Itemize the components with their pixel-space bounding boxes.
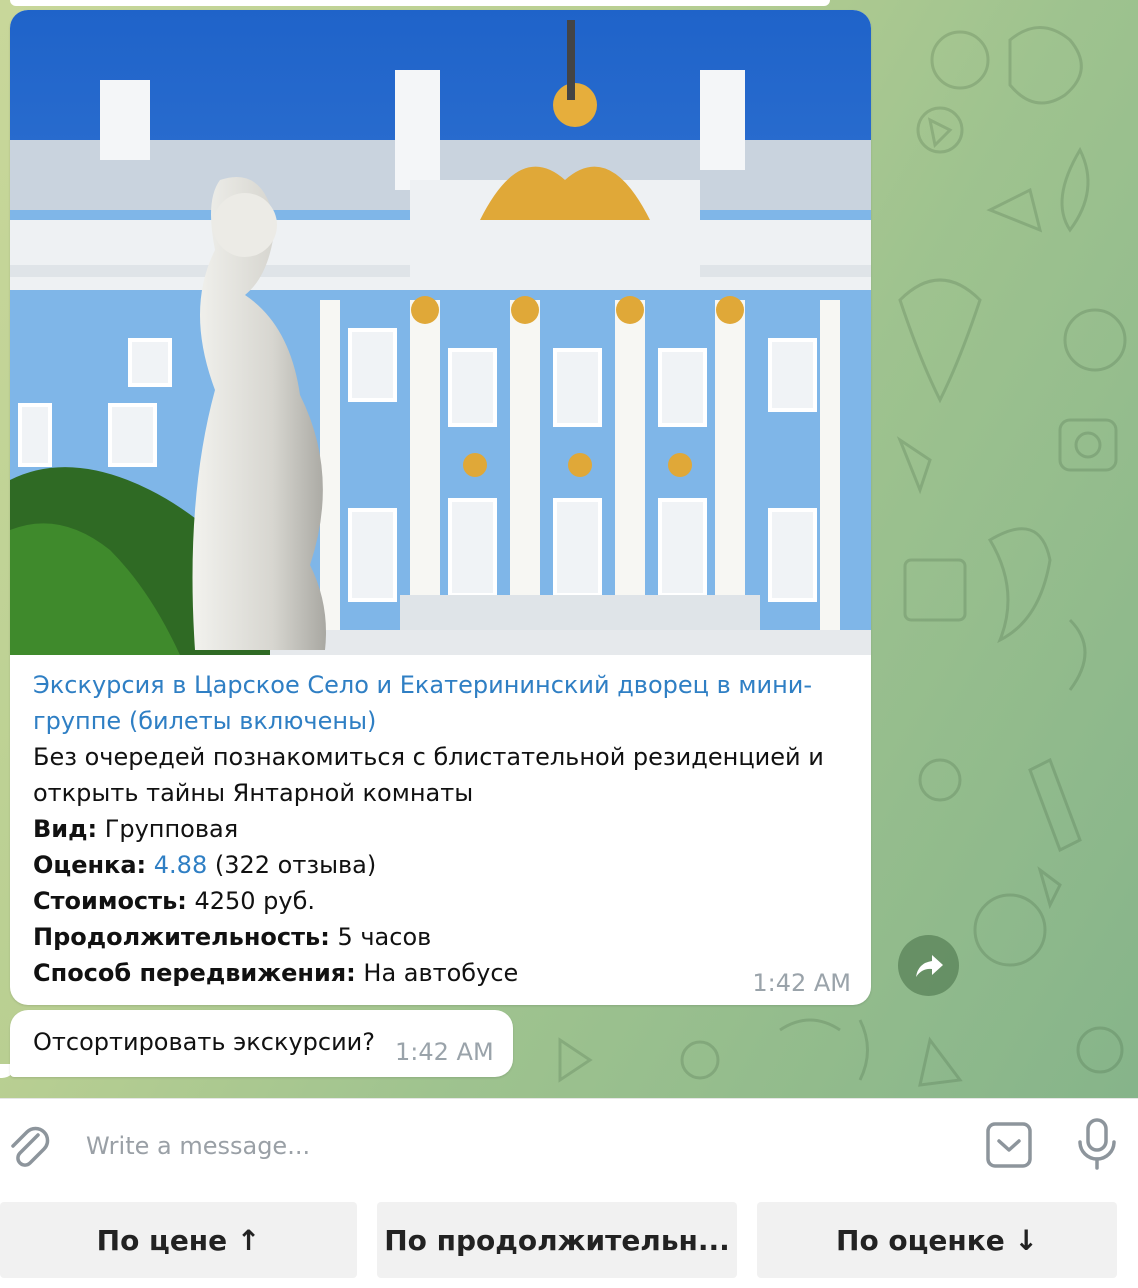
transport-label: Способ передвижения: [33,959,356,987]
palace-photo [10,10,871,655]
tour-title-link[interactable]: Экскурсия в Царское Село и Екатеринински… [33,667,853,739]
tour-transport-row: Способ передвижения: На автобусе [33,955,853,991]
microphone-icon[interactable] [1075,1117,1119,1171]
duration-value: 5 часов [329,923,432,951]
tour-duration-row: Продолжительность: 5 часов [33,919,853,955]
duration-label: Продолжительность: [33,923,330,951]
sort-prompt-message: Отсортировать экскурсии? 1:42 AM [10,1010,513,1077]
reply-keyboard: По цене ↑ По продолжительн... По оценке … [0,1192,1138,1288]
sort-by-price-button[interactable]: По цене ↑ [0,1202,357,1278]
rating-label: Оценка: [33,851,147,879]
message-timestamp: 1:42 AM [752,969,851,997]
bot-keyboard-icon[interactable] [985,1121,1033,1169]
previous-message-edge [10,0,830,6]
type-value: Групповая [97,815,239,843]
tour-description: Экскурсия в Царское Село и Екатеринински… [33,667,853,991]
price-label: Стоимость: [33,887,187,915]
price-value: 4250 руб. [186,887,316,915]
rating-value-link[interactable]: 4.88 [154,851,207,879]
forward-button[interactable] [898,935,959,996]
message-input[interactable] [84,1125,948,1167]
rating-reviews: (322 отзыва) [207,851,377,879]
tour-price-row: Стоимость: 4250 руб. [33,883,853,919]
sort-by-rating-button[interactable]: По оценке ↓ [757,1202,1117,1278]
forward-arrow-icon [915,954,943,977]
tour-type-row: Вид: Групповая [33,811,853,847]
tour-message-card: Экскурсия в Царское Село и Екатеринински… [10,10,871,1005]
transport-value: На автобусе [355,959,519,987]
tour-photo[interactable] [10,10,871,655]
tour-rating-row: Оценка: 4.88 (322 отзыва) [33,847,853,883]
sort-prompt-text: Отсортировать экскурсии? [33,1028,376,1056]
tour-summary: Без очередей познакомиться с блистательн… [33,743,824,807]
sort-prompt-timestamp: 1:42 AM [395,1038,494,1066]
paperclip-icon[interactable] [6,1121,52,1171]
message-composer [0,1098,1138,1193]
sort-by-duration-button[interactable]: По продолжительн... [377,1202,737,1278]
type-label: Вид: [33,815,98,843]
